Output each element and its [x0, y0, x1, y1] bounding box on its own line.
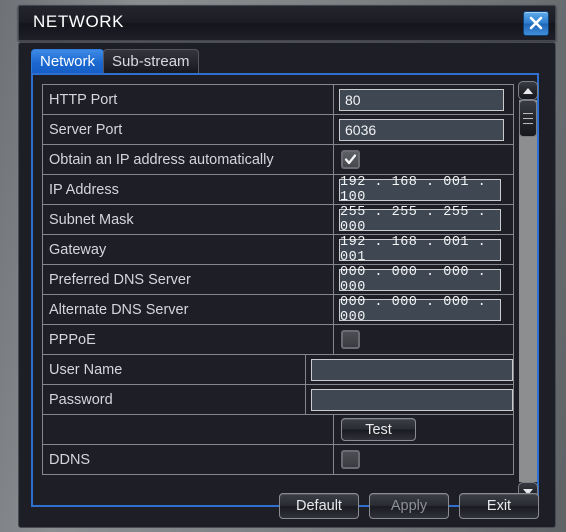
row-label [43, 415, 334, 444]
subnet-mask-input[interactable]: 255 . 255 . 255 . 000 [339, 205, 501, 235]
scrollbar-grip-line [523, 113, 533, 114]
scroll-up-button[interactable] [518, 81, 538, 100]
dialog-footer: Default Apply Exit [19, 493, 555, 519]
apply-button[interactable]: Apply [369, 493, 449, 519]
table-row: Subnet Mask 255 . 255 . 255 . 000 [43, 205, 513, 235]
row-label: Obtain an IP address automatically [43, 145, 334, 174]
scrollbar-thumb[interactable] [519, 100, 537, 137]
row-label: User Name [43, 355, 306, 384]
window-titlebar: NETWORK [18, 5, 556, 41]
password-input[interactable] [311, 388, 513, 411]
row-label: Password [43, 385, 306, 414]
settings-content-area: HTTP Port 80 Server Port 6036 Obtain an … [31, 73, 539, 507]
row-value [306, 355, 513, 384]
test-button[interactable]: Test [341, 418, 416, 441]
row-value: Test [334, 415, 513, 444]
dialog-panel: Network Sub-stream HTTP Port 80 Server P… [18, 42, 556, 528]
window-title: NETWORK [33, 12, 125, 31]
row-value [334, 145, 513, 174]
table-row: Alternate DNS Server 000 . 000 . 000 . 0… [43, 295, 513, 325]
gateway-input[interactable]: 192 . 168 . 001 . 001 [339, 235, 501, 265]
row-label: Alternate DNS Server [43, 295, 334, 324]
ip-address-input[interactable]: 192 . 168 . 001 . 100 [339, 175, 501, 205]
settings-table: HTTP Port 80 Server Port 6036 Obtain an … [42, 84, 514, 475]
row-value [306, 385, 513, 414]
user-name-input[interactable] [311, 358, 513, 381]
ddns-checkbox[interactable] [341, 450, 360, 469]
alternate-dns-input[interactable]: 000 . 000 . 000 . 000 [339, 295, 501, 325]
default-button[interactable]: Default [279, 493, 359, 519]
http-port-input[interactable]: 80 [339, 88, 504, 111]
row-value [334, 325, 513, 354]
row-value: 255 . 255 . 255 . 000 [334, 205, 513, 235]
table-row: Gateway 192 . 168 . 001 . 001 [43, 235, 513, 265]
pppoe-checkbox[interactable] [341, 330, 360, 349]
tab-network[interactable]: Network [31, 49, 105, 74]
row-label: IP Address [43, 175, 334, 204]
obtain-ip-automatically-checkbox[interactable] [341, 150, 360, 169]
exit-button[interactable]: Exit [459, 493, 539, 519]
table-row: Preferred DNS Server 000 . 000 . 000 . 0… [43, 265, 513, 295]
tab-sub-stream[interactable]: Sub-stream [103, 49, 199, 74]
row-value: 6036 [334, 115, 513, 144]
network-settings-window: NETWORK Network Sub-stream HTTP Port 80 [8, 2, 558, 530]
table-row: HTTP Port 80 [43, 85, 513, 115]
scrollbar-track[interactable] [519, 100, 537, 482]
row-label: HTTP Port [43, 85, 334, 114]
table-row: User Name [43, 355, 513, 385]
table-row: Test [43, 415, 513, 445]
table-row: PPPoE [43, 325, 513, 355]
vertical-scrollbar[interactable] [518, 81, 538, 501]
row-value: 000 . 000 . 000 . 000 [334, 265, 513, 295]
table-row: IP Address 192 . 168 . 001 . 100 [43, 175, 513, 205]
table-row: Obtain an IP address automatically [43, 145, 513, 175]
tab-bar: Network Sub-stream [31, 48, 199, 74]
row-value: 192 . 168 . 001 . 001 [334, 235, 513, 265]
row-label: PPPoE [43, 325, 334, 354]
preferred-dns-input[interactable]: 000 . 000 . 000 . 000 [339, 265, 501, 295]
row-label: Gateway [43, 235, 334, 264]
close-button[interactable] [523, 11, 549, 36]
row-value: 000 . 000 . 000 . 000 [334, 295, 513, 325]
row-label: Server Port [43, 115, 334, 144]
row-value: 192 . 168 . 001 . 100 [334, 175, 513, 205]
table-row: DDNS [43, 445, 513, 475]
server-port-input[interactable]: 6036 [339, 118, 504, 141]
row-label: DDNS [43, 445, 334, 474]
table-row: Password [43, 385, 513, 415]
row-value [334, 445, 513, 474]
table-row: Server Port 6036 [43, 115, 513, 145]
row-label: Subnet Mask [43, 205, 334, 234]
row-label: Preferred DNS Server [43, 265, 334, 294]
scrollbar-grip-line [523, 118, 533, 119]
row-value: 80 [334, 85, 513, 114]
scrollbar-grip-line [523, 123, 533, 124]
